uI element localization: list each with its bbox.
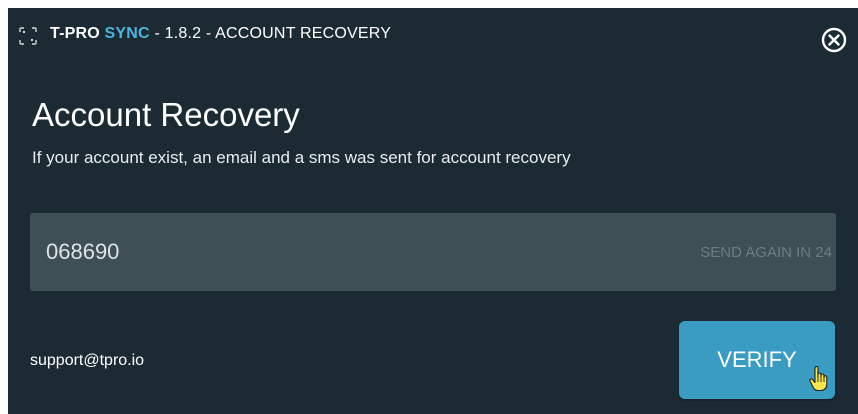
- verify-button[interactable]: VERIFY: [679, 321, 835, 399]
- close-button[interactable]: [821, 27, 847, 53]
- support-email-link[interactable]: support@tpro.io: [30, 352, 144, 370]
- page-title: Account Recovery: [32, 96, 300, 133]
- recovery-code-input[interactable]: [46, 235, 606, 269]
- title-brand: T-PRO: [50, 25, 100, 42]
- window-title: T-PRO SYNC - 1.8.2 - ACCOUNT RECOVERY: [50, 25, 391, 43]
- recovery-message: If your account exist, an email and a sm…: [32, 148, 571, 167]
- title-bar: T-PRO SYNC - 1.8.2 - ACCOUNT RECOVERY: [8, 8, 858, 60]
- account-recovery-window: T-PRO SYNC - 1.8.2 - ACCOUNT RECOVERY Ac…: [8, 8, 858, 414]
- title-version: - 1.8.2 - ACCOUNT RECOVERY: [149, 25, 392, 42]
- close-circle-icon[interactable]: [821, 27, 847, 53]
- title-sync: SYNC: [104, 25, 150, 42]
- app-frame-icon: [18, 26, 38, 46]
- send-again-link[interactable]: SEND AGAIN IN 24: [700, 244, 832, 261]
- recovery-code-field[interactable]: SEND AGAIN IN 24: [30, 213, 836, 291]
